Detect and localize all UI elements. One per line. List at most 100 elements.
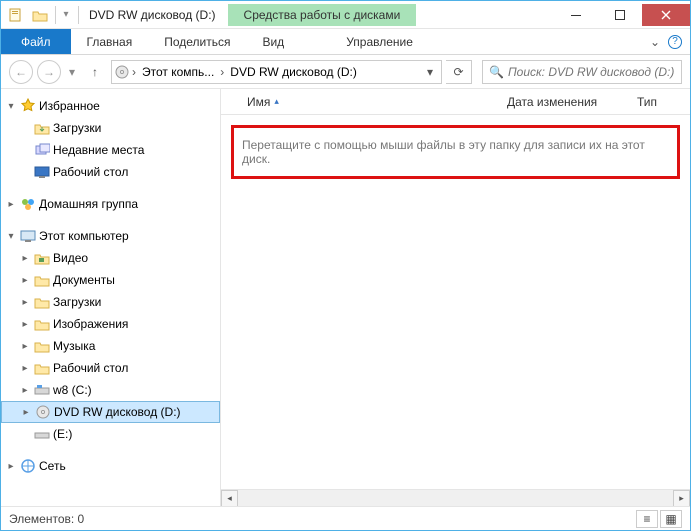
computer-icon — [19, 228, 37, 244]
tree-network[interactable]: ▸Сеть — [1, 455, 220, 477]
forward-button[interactable]: → — [37, 60, 61, 84]
search-icon: 🔍 — [489, 65, 504, 79]
help-icon[interactable]: ? — [668, 35, 682, 49]
folder-icon — [33, 316, 51, 332]
tree-label: Рабочий стол — [53, 361, 128, 375]
details-view-button[interactable]: ≡ — [636, 510, 658, 528]
expand-icon[interactable]: ▸ — [19, 319, 31, 330]
scroll-left-icon[interactable]: ◂ — [221, 490, 238, 507]
breadcrumb-segment[interactable]: Этот компь... — [138, 65, 218, 79]
tab-view[interactable]: Вид — [246, 29, 300, 54]
history-dropdown[interactable]: ▾ — [65, 60, 79, 84]
tree-label: Загрузки — [53, 121, 101, 135]
expand-icon[interactable]: ▸ — [19, 363, 31, 374]
tab-share[interactable]: Поделиться — [148, 29, 246, 54]
tree-label: Избранное — [39, 99, 100, 113]
separator — [78, 6, 79, 24]
quick-access-toolbar: ▾ — [1, 4, 76, 26]
tab-file[interactable]: Файл — [1, 29, 71, 54]
new-folder-icon[interactable] — [29, 4, 51, 26]
tree-item-recent[interactable]: Недавние места — [1, 139, 220, 161]
search-box[interactable]: 🔍 — [482, 60, 682, 84]
properties-icon[interactable] — [5, 4, 27, 26]
expand-icon[interactable]: ▸ — [5, 461, 17, 472]
homegroup-icon — [19, 196, 37, 212]
expand-icon[interactable]: ▸ — [19, 341, 31, 352]
expand-icon[interactable]: ▸ — [19, 253, 31, 264]
tree-label: Документы — [53, 273, 115, 287]
expand-icon[interactable]: ▸ — [19, 275, 31, 286]
folder-icon — [33, 338, 51, 354]
chevron-right-icon[interactable]: › — [130, 65, 138, 79]
tree-favorites[interactable]: ▾ Избранное — [1, 95, 220, 117]
status-bar: Элементов: 0 ≡ ▦ — [1, 506, 690, 530]
network-icon — [19, 458, 37, 474]
tree-item-downloads[interactable]: Загрузки — [1, 117, 220, 139]
tree-label: Домашняя группа — [39, 197, 138, 211]
scroll-right-icon[interactable]: ▸ — [673, 490, 690, 507]
breadcrumb-segment[interactable]: DVD RW дисковод (D:) — [226, 65, 361, 79]
sort-asc-icon: ▴ — [274, 96, 279, 107]
tab-home[interactable]: Главная — [71, 29, 149, 54]
maximize-button[interactable] — [598, 4, 642, 26]
address-bar[interactable]: › Этот компь... › DVD RW дисковод (D:) ▾ — [111, 60, 442, 84]
tree-item-pictures[interactable]: ▸ Изображения — [1, 313, 220, 335]
expand-icon[interactable]: ▸ — [5, 199, 17, 210]
refresh-button[interactable]: ⟳ — [446, 60, 472, 84]
star-icon — [19, 98, 37, 114]
close-button[interactable] — [642, 4, 690, 26]
column-name[interactable]: Имя▴ — [239, 95, 499, 109]
window-title: DVD RW дисковод (D:) — [81, 8, 224, 22]
search-input[interactable] — [508, 65, 675, 79]
icons-view-button[interactable]: ▦ — [660, 510, 682, 528]
qat-dropdown-icon[interactable]: ▾ — [60, 4, 72, 26]
navigation-pane: ▾ Избранное Загрузки Недавние места Рабо… — [1, 89, 221, 506]
chevron-right-icon[interactable]: › — [218, 65, 226, 79]
up-button[interactable]: ↑ — [83, 60, 107, 84]
tree-label: Этот компьютер — [39, 229, 129, 243]
tree-label: Рабочий стол — [53, 165, 128, 179]
tree-label: Изображения — [53, 317, 128, 331]
tree-label: DVD RW дисковод (D:) — [54, 405, 181, 419]
tree-computer[interactable]: ▾ Этот компьютер — [1, 225, 220, 247]
tree-item-dvd[interactable]: ▸ DVD RW дисковод (D:) — [1, 401, 220, 423]
tree-label: (E:) — [53, 427, 72, 441]
content-area: ▾ Избранное Загрузки Недавние места Рабо… — [1, 89, 690, 506]
desktop-icon — [33, 164, 51, 180]
tree-label: Музыка — [53, 339, 95, 353]
contextual-tab-header[interactable]: Средства работы с дисками — [228, 4, 417, 26]
tree-item-downloads2[interactable]: ▸ Загрузки — [1, 291, 220, 313]
tree-item-desktop2[interactable]: ▸ Рабочий стол — [1, 357, 220, 379]
tree-item-videos[interactable]: ▸Видео — [1, 247, 220, 269]
column-date[interactable]: Дата изменения — [499, 95, 629, 109]
empty-area[interactable] — [221, 179, 690, 489]
tree-item-drive-e[interactable]: (E:) — [1, 423, 220, 445]
folder-icon — [33, 360, 51, 376]
drop-hint-message: Перетащите с помощью мыши файлы в эту па… — [231, 125, 680, 179]
tree-item-documents[interactable]: ▸ Документы — [1, 269, 220, 291]
column-headers: Имя▴ Дата изменения Тип — [221, 89, 690, 115]
tree-item-desktop[interactable]: Рабочий стол — [1, 161, 220, 183]
tree-homegroup[interactable]: ▸ Домашняя группа — [1, 193, 220, 215]
expand-icon[interactable]: ▸ — [19, 297, 31, 308]
tree-item-drive-c[interactable]: ▸w8 (C:) — [1, 379, 220, 401]
expand-icon[interactable]: ▸ — [19, 385, 31, 396]
folder-icon — [33, 294, 51, 310]
disc-icon — [114, 64, 130, 80]
collapse-icon[interactable]: ▾ — [5, 101, 17, 112]
address-dropdown-icon[interactable]: ▾ — [421, 65, 439, 79]
file-list-pane: Имя▴ Дата изменения Тип Перетащите с пом… — [221, 89, 690, 506]
ribbon-controls: ⌄ ? — [650, 29, 690, 54]
tree-label: Загрузки — [53, 295, 101, 309]
collapse-icon[interactable]: ▾ — [5, 231, 17, 242]
tree-item-music[interactable]: ▸ Музыка — [1, 335, 220, 357]
column-type[interactable]: Тип — [629, 95, 665, 109]
expand-icon[interactable]: ▸ — [20, 407, 32, 418]
back-button[interactable]: ← — [9, 60, 33, 84]
horizontal-scrollbar[interactable]: ◂ ▸ — [221, 489, 690, 506]
minimize-button[interactable] — [554, 4, 598, 26]
expand-ribbon-icon[interactable]: ⌄ — [650, 35, 660, 49]
window-controls — [554, 4, 690, 26]
disc-icon — [34, 404, 52, 420]
tab-manage[interactable]: Управление — [330, 29, 429, 54]
